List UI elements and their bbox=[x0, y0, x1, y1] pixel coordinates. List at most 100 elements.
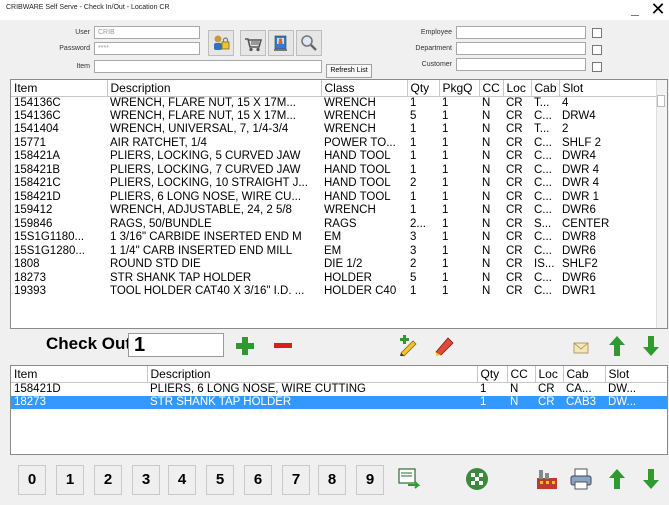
column-header[interactable]: PkgQ bbox=[439, 80, 480, 97]
table-cell: PLIERS, LOCKING, 7 CURVED JAW bbox=[110, 163, 301, 176]
numpad-key-3[interactable]: 3 bbox=[132, 465, 160, 495]
table-cell: PLIERS, LOCKING, 10 STRAIGHT J... bbox=[110, 177, 308, 190]
cart-row[interactable]: 18273 STR SHANK TAP HOLDER 1 N CR CAB3 DW... bbox=[11, 395, 667, 409]
cart-button[interactable] bbox=[240, 30, 266, 56]
numpad-key-5[interactable]: 5 bbox=[206, 465, 234, 495]
remove-from-list-button[interactable] bbox=[432, 332, 458, 358]
column-header[interactable]: Qty bbox=[407, 80, 440, 97]
department-checkbox[interactable] bbox=[592, 45, 602, 55]
column-header[interactable]: Cab bbox=[531, 80, 560, 97]
table-row[interactable]: 15S1G1180... 1 3/16" CARBIDE INSERTED END… bbox=[11, 231, 657, 245]
numpad-key-2[interactable]: 2 bbox=[94, 465, 122, 495]
pencil-add-icon bbox=[400, 335, 417, 357]
numpad-key-9[interactable]: 9 bbox=[356, 465, 384, 495]
minimize-button[interactable]: _ bbox=[626, 2, 644, 18]
table-cell: DIE 1/2 bbox=[324, 258, 363, 271]
move-down-button[interactable] bbox=[637, 332, 665, 360]
column-header[interactable]: Description bbox=[107, 80, 322, 97]
column-header[interactable]: Item bbox=[11, 80, 108, 97]
table-cell: 158421D bbox=[14, 382, 61, 395]
table-cell: 15S1G1180... bbox=[14, 231, 85, 244]
table-row[interactable]: 158421A PLIERS, LOCKING, 5 CURVED JAW HAND… bbox=[11, 150, 657, 164]
scroll-down-button[interactable] bbox=[637, 465, 665, 493]
table-cell: WRENCH, FLARE NUT, 15 X 17M... bbox=[110, 109, 296, 122]
table-row[interactable]: 18273 STR SHANK TAP HOLDER HOLDER 5 1 N CR C...… bbox=[11, 272, 657, 286]
table-row[interactable]: 154136C WRENCH, FLARE NUT, 15 X 17M... WRE… bbox=[11, 96, 657, 110]
table-row[interactable]: 158421C PLIERS, LOCKING, 10 STRAIGHT J...… bbox=[11, 177, 657, 191]
table-cell: HOLDER C40 bbox=[324, 285, 397, 298]
add-to-list-button[interactable] bbox=[396, 332, 422, 358]
scroll-up-button[interactable] bbox=[603, 465, 631, 493]
table-cell: DWR6 bbox=[562, 271, 596, 284]
table-row[interactable]: 159412 WRENCH, ADJUSTABLE, 24, 2 5/8 WRENC… bbox=[11, 204, 657, 218]
column-header[interactable]: CC bbox=[479, 80, 504, 97]
numpad-key-0[interactable]: 0 bbox=[18, 465, 46, 495]
department-field[interactable] bbox=[456, 42, 586, 55]
close-button[interactable]: ✕ bbox=[648, 0, 668, 20]
table-cell: PLIERS, LOCKING, 5 CURVED JAW bbox=[110, 150, 301, 163]
item-field[interactable] bbox=[94, 60, 322, 73]
column-header[interactable]: Qty bbox=[477, 366, 508, 383]
column-header[interactable]: Item bbox=[11, 366, 148, 383]
employee-checkbox[interactable] bbox=[592, 28, 602, 38]
column-header[interactable]: Loc bbox=[535, 366, 564, 383]
column-header[interactable]: CC bbox=[507, 366, 536, 383]
table-cell: DWR6 bbox=[562, 204, 596, 217]
checkout-button[interactable] bbox=[394, 464, 424, 494]
table-cell: DRW4 bbox=[562, 109, 596, 122]
finish-button[interactable] bbox=[462, 464, 492, 494]
password-field[interactable]: **** bbox=[94, 42, 200, 55]
table-cell: C... bbox=[534, 163, 552, 176]
employee-field[interactable] bbox=[456, 26, 586, 39]
table-cell: 1 bbox=[442, 285, 449, 298]
move-up-button[interactable] bbox=[603, 332, 631, 360]
supplier-button[interactable] bbox=[532, 464, 562, 494]
search-button[interactable] bbox=[296, 30, 322, 56]
table-cell: CR bbox=[506, 109, 523, 122]
table-row[interactable]: 158421D PLIERS, 6 LONG NOSE, WIRE CU... HA… bbox=[11, 191, 657, 205]
table-row[interactable]: 1541404 WRENCH, UNIVERSAL, 7, 1/4-3/4 WREN… bbox=[11, 123, 657, 137]
table-cell: N bbox=[482, 231, 491, 244]
column-header[interactable]: Slot bbox=[605, 366, 667, 383]
customer-field[interactable] bbox=[456, 58, 586, 71]
table-cell: CR bbox=[506, 271, 523, 284]
numpad-key-7[interactable]: 7 bbox=[282, 465, 310, 495]
table-cell: 158421D bbox=[14, 190, 61, 203]
checkout-quantity-input[interactable]: 1 bbox=[128, 333, 224, 357]
table-row[interactable]: 1808 ROUND STD DIE DIE 1/2 2 1 N CR IS... SHLF2 bbox=[11, 258, 657, 272]
column-header[interactable]: Slot bbox=[559, 80, 658, 97]
user-field[interactable]: CRIB bbox=[94, 26, 200, 39]
login-button[interactable] bbox=[208, 30, 234, 56]
add-quantity-button[interactable] bbox=[232, 333, 258, 359]
table-cell: C... bbox=[534, 136, 552, 149]
numpad-key-8[interactable]: 8 bbox=[318, 465, 346, 495]
table-row[interactable]: 158421B PLIERS, LOCKING, 7 CURVED JAW HAND… bbox=[11, 164, 657, 178]
column-header[interactable]: Cab bbox=[563, 366, 606, 383]
cart-row[interactable]: 158421D PLIERS, 6 LONG NOSE, WIRE CUTTING… bbox=[11, 382, 667, 396]
numpad-key-4[interactable]: 4 bbox=[168, 465, 196, 495]
table-cell: N bbox=[482, 109, 491, 122]
user-label: User bbox=[75, 29, 90, 36]
items-scrollbar[interactable] bbox=[656, 80, 667, 328]
column-header[interactable]: Loc bbox=[503, 80, 532, 97]
remove-quantity-button[interactable] bbox=[270, 333, 296, 359]
column-header[interactable]: Class bbox=[321, 80, 408, 97]
table-cell: 1 bbox=[442, 244, 449, 257]
refresh-list-button[interactable]: Refresh List bbox=[326, 64, 372, 78]
table-row[interactable]: 154136C WRENCH, FLARE NUT, 15 X 17M... WRE… bbox=[11, 110, 657, 124]
computer-person-icon bbox=[274, 35, 287, 51]
numpad-key-1[interactable]: 1 bbox=[56, 465, 84, 495]
column-header[interactable]: Description bbox=[147, 366, 478, 383]
table-cell: SHLF 2 bbox=[562, 136, 601, 149]
table-row[interactable]: 159846 RAGS, 50/BUNDLE RAGS 2... 1 N CR S... CEN… bbox=[11, 218, 657, 232]
table-row[interactable]: 19393 TOOL HOLDER CAT40 X 3/16" I.D. ... H… bbox=[11, 285, 657, 299]
employee-lookup-button[interactable] bbox=[268, 30, 294, 56]
print-button[interactable] bbox=[566, 464, 596, 494]
customer-checkbox[interactable] bbox=[592, 62, 602, 72]
message-button[interactable] bbox=[568, 334, 594, 360]
items-scrollbar-thumb[interactable] bbox=[657, 95, 665, 107]
table-cell: N bbox=[482, 244, 491, 257]
numpad-key-6[interactable]: 6 bbox=[244, 465, 272, 495]
table-row[interactable]: 15771 AIR RATCHET, 1/4 POWER TO... 1 1 N CR C..… bbox=[11, 137, 657, 151]
table-row[interactable]: 15S1G1280... 1 1/4" CARB INSERTED END MIL… bbox=[11, 245, 657, 259]
